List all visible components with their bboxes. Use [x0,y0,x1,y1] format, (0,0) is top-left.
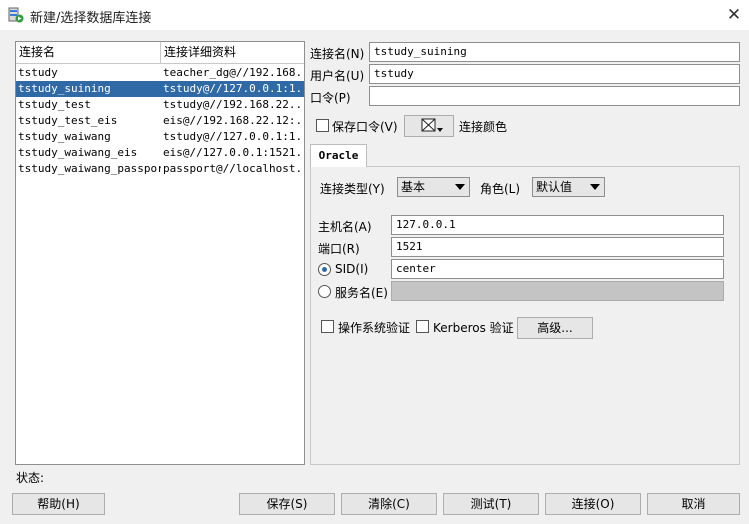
dropdown-arrow-icon [455,184,465,190]
sid-input[interactable]: center [391,259,724,279]
close-button[interactable]: ✕ [722,4,746,26]
connection-row[interactable]: tstudy_test_eis eis@//192.168.22.12:... [16,113,304,129]
os-auth-checkbox[interactable] [321,320,334,333]
color-picker-icon [421,118,443,132]
conn-name-input[interactable]: tstudy_suining [369,42,740,62]
connection-name: tstudy_test [18,98,91,111]
connection-row[interactable]: tstudy_waiwang_passport passport@//local… [16,161,304,177]
kerberos-checkbox[interactable] [416,320,429,333]
connection-name: tstudy [18,66,58,79]
connection-type-select[interactable]: 基本 [397,177,470,197]
column-header-details[interactable]: 连接详细资料 [161,42,304,63]
connection-details: tstudy@//127.0.0.1:1... [163,130,304,143]
connection-type-label: 连接类型(Y) [320,182,385,196]
connection-details: eis@//127.0.0.1:1521... [163,146,304,159]
connection-details: eis@//192.168.22.12:... [163,114,304,127]
connection-name: tstudy_waiwang_eis [18,146,138,159]
column-header-name[interactable]: 连接名 [16,42,161,63]
oracle-tab-panel [310,166,740,465]
port-input[interactable]: 1521 [391,237,724,257]
connection-row-selected[interactable]: tstudy_suining tstudy@//127.0.0.1:1... [16,81,304,97]
window-title: 新建/选择数据库连接 [30,11,152,26]
connection-name: tstudy_test_eis [18,114,118,127]
connection-name: tstudy_waiwang [18,130,111,143]
connection-color-button[interactable] [404,115,454,137]
status-label: 状态: [16,471,45,485]
cancel-button[interactable]: 取消 [647,493,740,515]
service-name-label: 服务名(E) [335,286,388,300]
sid-label: SID(I) [335,262,369,276]
connection-details: tstudy@//192.168.22... [163,98,304,111]
connection-name: tstudy_suining [18,82,111,95]
password-input[interactable] [369,86,740,106]
sid-radio[interactable] [318,263,331,276]
connection-row[interactable]: tstudy_test tstudy@//192.168.22... [16,97,304,113]
advanced-button[interactable]: 高级... [517,317,593,339]
save-password-checkbox[interactable] [316,119,329,132]
save-password-label: 保存口令(V) [332,120,398,134]
app-icon [8,7,24,23]
tab-oracle[interactable]: Oracle [310,144,367,167]
service-name-input [391,281,724,301]
username-input[interactable]: tstudy [369,64,740,84]
kerberos-label: Kerberos 验证 [433,321,514,335]
connection-color-label: 连接颜色 [459,120,508,134]
clear-button[interactable]: 清除(C) [341,493,437,515]
connection-details: teacher_dg@//192.168... [163,66,304,79]
role-value: 默认值 [536,180,573,194]
port-label: 端口(R) [318,242,360,256]
hostname-label: 主机名(A) [318,220,372,234]
connection-type-value: 基本 [401,180,426,194]
os-auth-label: 操作系统验证 [338,321,411,335]
connection-row[interactable]: tstudy_waiwang_eis eis@//127.0.0.1:1521.… [16,145,304,161]
connection-list[interactable]: 连接名 连接详细资料 tstudy teacher_dg@//192.168..… [15,41,305,465]
password-label: 口令(P) [310,91,351,105]
username-label: 用户名(U) [310,69,365,83]
test-button[interactable]: 测试(T) [443,493,539,515]
connection-details: passport@//localhost... [163,162,304,175]
conn-name-label: 连接名(N) [310,47,365,61]
dropdown-arrow-icon [590,184,600,190]
service-name-radio[interactable] [318,285,331,298]
save-button[interactable]: 保存(S) [239,493,335,515]
connection-details: tstudy@//127.0.0.1:1... [163,82,304,95]
connection-row[interactable]: tstudy teacher_dg@//192.168... [16,65,304,81]
list-header: 连接名 连接详细资料 [16,42,304,64]
title-bar: 新建/选择数据库连接 ✕ [0,0,749,30]
role-select[interactable]: 默认值 [532,177,605,197]
connection-name: tstudy_waiwang_passport [18,162,161,175]
connection-row[interactable]: tstudy_waiwang tstudy@//127.0.0.1:1... [16,129,304,145]
help-button[interactable]: 帮助(H) [12,493,105,515]
role-label: 角色(L) [480,182,521,196]
hostname-input[interactable]: 127.0.0.1 [391,215,724,235]
connect-button[interactable]: 连接(O) [545,493,641,515]
